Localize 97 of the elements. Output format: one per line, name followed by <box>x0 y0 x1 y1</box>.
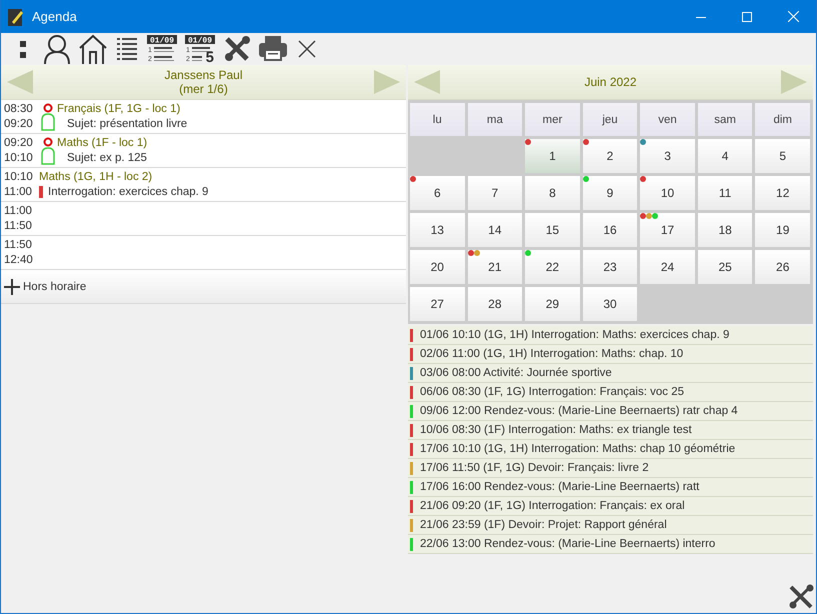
person-name: Janssens Paul <box>164 68 243 82</box>
plus-icon <box>4 278 20 294</box>
weekday-header: dim <box>755 103 810 136</box>
calendar-day[interactable]: 16 <box>582 213 638 247</box>
calendar-day[interactable]: 1 <box>525 139 580 173</box>
right-triangle-icon <box>778 69 809 95</box>
maximize-icon <box>742 12 752 22</box>
tools-icon <box>223 35 251 63</box>
weekday-header: sam <box>698 103 752 136</box>
calendar-day[interactable]: 7 <box>468 176 522 210</box>
calendar-day[interactable]: 19 <box>755 213 810 247</box>
start-time: 11:00 <box>4 204 33 218</box>
more-icon <box>19 38 27 60</box>
calendar-day[interactable]: 26 <box>755 250 810 284</box>
calendar-day[interactable]: 12 <box>755 176 810 210</box>
end-time: 12:40 <box>4 252 34 268</box>
event-row[interactable]: 03/06 08:00 Activité: Journée sportive <box>408 364 813 383</box>
lesson-subject: Sujet: présentation livre <box>66 116 188 132</box>
day-date: (mer 1/6) <box>179 82 228 96</box>
end-time: 11:50 <box>4 218 33 234</box>
calendar-day[interactable]: 25 <box>698 250 752 284</box>
window-title: Agenda <box>32 9 78 24</box>
event-row[interactable]: 21/06 23:59 (1F) Devoir: Projet: Rapport général <box>408 516 813 535</box>
close-icon <box>788 11 798 22</box>
start-time: 10:10 <box>4 170 34 184</box>
event-row[interactable]: 09/06 12:00 Rendez-vous: (Marie-Line Beernaerts) ratr chap 4 <box>408 402 813 421</box>
calendar-day[interactable]: 14 <box>468 213 522 247</box>
lesson-title: Maths (1G, 1H - loc 2) <box>39 170 154 184</box>
toolbar-button[interactable] <box>77 34 109 64</box>
close-icon <box>297 39 317 59</box>
weekday-header: ven <box>640 103 695 136</box>
calendar-day[interactable]: 30 <box>582 287 638 321</box>
home-icon <box>79 34 107 64</box>
lesson-row[interactable]: 11:00 11:50 <box>1 202 406 236</box>
event-row[interactable]: 17/06 10:10 (1G, 1H) Interrogation: Maths: chap 10 géométrie <box>408 440 813 459</box>
lesson-row[interactable]: 09:20 10:10 Maths (1F - loc 1) Sujet: ex p. 125 <box>1 134 406 168</box>
calendar-day[interactable]: 10 <box>640 176 695 210</box>
toolbar-button[interactable] <box>41 34 73 64</box>
event-row[interactable]: 10/06 08:30 (1F) Interrogation: Maths: ex triangle test <box>408 421 813 440</box>
person-icon <box>43 34 71 64</box>
calendar-day[interactable]: 24 <box>640 250 695 284</box>
month-title: Juin 2022 <box>584 75 637 89</box>
off-schedule-button[interactable]: Hors horaire <box>1 270 406 304</box>
event-row[interactable]: 02/06 11:00 (1G, 1H) Interrogation: Maths: chap. 10 <box>408 345 813 364</box>
lesson-title: Maths (1F - loc 1) <box>57 136 148 150</box>
weekday-header: ma <box>468 103 522 136</box>
notepad-icon <box>8 8 24 26</box>
weekday-header: jeu <box>582 103 638 136</box>
marker-icon <box>39 186 43 198</box>
calendar-day[interactable]: 20 <box>410 250 465 284</box>
calendar-day[interactable]: 15 <box>525 213 580 247</box>
person-icon <box>40 136 56 164</box>
left-triangle-icon <box>5 69 35 95</box>
end-time: 10:10 <box>4 150 34 166</box>
calendar-day[interactable]: 2 <box>582 139 638 173</box>
calendar-day[interactable]: 4 <box>698 139 752 173</box>
start-time: 09:20 <box>4 136 34 150</box>
start-time: 08:30 <box>4 102 34 116</box>
event-row[interactable]: 06/06 08:30 (1F, 1G) Interrogation: Français: voc 25 <box>408 383 813 402</box>
event-row[interactable]: 01/06 10:10 (1G, 1H) Interrogation: Maths: exercices chap. 9 <box>408 326 813 345</box>
calendar-day[interactable]: 28 <box>468 287 522 321</box>
list-icon <box>116 35 138 63</box>
right-triangle-icon <box>372 69 402 95</box>
start-time: 11:50 <box>4 238 33 252</box>
printer-icon <box>259 36 287 62</box>
event-row[interactable]: 17/06 11:50 (1F, 1G) Devoir: Français: livre 2 <box>408 459 813 478</box>
weekday-header: lu <box>410 103 465 136</box>
calendar-day[interactable]: 22 <box>525 250 580 284</box>
calendar-day[interactable]: 18 <box>698 213 752 247</box>
weekday-header: mer <box>525 103 580 136</box>
end-time: 11:00 <box>4 184 33 200</box>
calendar-day[interactable]: 11 <box>698 176 752 210</box>
end-time: 09:20 <box>4 116 34 132</box>
lesson-subject: Sujet: ex p. 125 <box>66 150 148 166</box>
lesson-subject: Interrogation: exercices chap. 9 <box>47 184 208 200</box>
calendar-day[interactable]: 8 <box>525 176 580 210</box>
lesson-row[interactable]: 10:10 11:00 Maths (1G, 1H - loc 2) Interrogation: exercices chap. 9 <box>1 168 406 202</box>
lesson-row[interactable]: 08:30 09:20 Français (1F, 1G - loc 1) Sujet: présentation livre <box>1 100 406 134</box>
lesson-title: Français (1F, 1G - loc 1) <box>57 102 182 116</box>
tools-icon <box>787 583 815 611</box>
calendar-day[interactable]: 6 <box>410 176 465 210</box>
event-row[interactable]: 22/06 13:00 Rendez-vous: (Marie-Line Beernaerts) interro <box>408 535 813 554</box>
calendar-day[interactable]: 3 <box>640 139 695 173</box>
calendar-day[interactable]: 13 <box>410 213 465 247</box>
left-triangle-icon <box>412 69 442 95</box>
event-row[interactable]: 17/06 16:00 Rendez-vous: (Marie-Line Beernaerts) ratt <box>408 478 813 497</box>
calendar-day[interactable]: 27 <box>410 287 465 321</box>
settings-button[interactable] <box>787 583 815 611</box>
calendar-day[interactable]: 9 <box>582 176 638 210</box>
calendar-day[interactable]: 23 <box>582 250 638 284</box>
event-row[interactable]: 21/06 09:20 (1F, 1G) Interrogation: Français: ex oral <box>408 497 813 516</box>
toolbar-button[interactable] <box>257 34 289 64</box>
calendar-day[interactable]: 21 <box>468 250 522 284</box>
person-icon <box>40 102 56 130</box>
calendar-day[interactable]: 17 <box>640 213 695 247</box>
calendar-day[interactable]: 29 <box>525 287 580 321</box>
calendar-day[interactable]: 5 <box>755 139 810 173</box>
